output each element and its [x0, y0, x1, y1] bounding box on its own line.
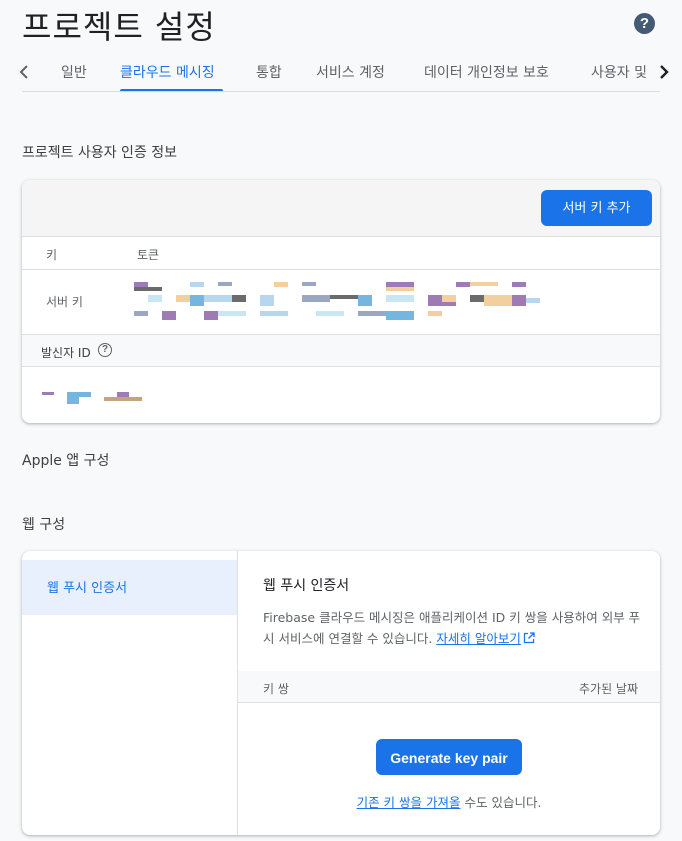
learn-more-link[interactable]: 자세히 알아보기 — [436, 631, 520, 646]
key-pair-column-header: 키 쌍 — [263, 682, 289, 696]
tab-service-accounts[interactable]: 서비스 계정 — [316, 62, 385, 82]
generate-key-pair-button[interactable]: Generate key pair — [376, 739, 522, 775]
web-config-heading: 웹 구성 — [22, 517, 66, 533]
redacted-sender-id[interactable] — [42, 392, 142, 404]
help-icon[interactable]: ? — [634, 13, 655, 34]
credentials-toolbar: 서버 키 추가 — [22, 180, 660, 237]
sidebar-item-web-push-certificates[interactable]: 웹 푸시 인증서 — [22, 560, 237, 615]
credentials-card: 서버 키 추가 키 토큰 서버 키 발신자 ID ? — [22, 180, 660, 423]
page-title: 프로젝트 설정 — [22, 8, 216, 46]
settings-tab-bar: 일반 클라우드 메시징 통합 서비스 계정 데이터 개인정보 보호 사용자 및 — [0, 52, 682, 92]
chevron-right-icon[interactable] — [654, 62, 674, 82]
web-config-sidebar: 웹 푸시 인증서 — [22, 551, 238, 835]
chevron-left-icon[interactable] — [14, 62, 34, 82]
import-key-pair-text: 기존 키 쌍을 가져올 수도 있습니다. — [238, 792, 660, 811]
web-push-title: 웹 푸시 인증서 — [263, 578, 350, 594]
add-server-key-button[interactable]: 서버 키 추가 — [541, 190, 652, 226]
help-circle-icon[interactable]: ? — [98, 343, 112, 357]
credentials-table-header: 키 토큰 — [22, 237, 660, 270]
date-added-column-header: 추가된 날짜 — [578, 682, 638, 696]
tab-data-privacy[interactable]: 데이터 개인정보 보호 — [424, 62, 549, 82]
key-column-header: 키 — [46, 248, 58, 262]
server-key-label: 서버 키 — [46, 295, 83, 309]
web-push-panel: 웹 푸시 인증서 Firebase 클라우드 메시징은 애플리케이션 ID 키 … — [238, 551, 660, 835]
tab-cloud-messaging[interactable]: 클라우드 메시징 — [120, 62, 215, 82]
import-suffix: 수도 있습니다. — [460, 795, 542, 810]
sender-id-label: 발신자 ID — [41, 346, 91, 360]
redacted-server-token[interactable] — [134, 282, 544, 324]
token-column-header: 토큰 — [137, 248, 160, 262]
project-settings-page: 프로젝트 설정 ? 일반 클라우드 메시징 통합 서비스 계정 데이터 개인정보… — [0, 0, 682, 841]
web-push-description: Firebase 클라우드 메시징은 애플리케이션 ID 키 쌍을 사용하여 외… — [263, 607, 641, 649]
tab-integrations[interactable]: 통합 — [256, 62, 282, 82]
tab-users-permissions[interactable]: 사용자 및 — [591, 62, 648, 82]
tab-general[interactable]: 일반 — [61, 62, 87, 82]
server-key-row: 서버 키 — [22, 270, 660, 335]
import-key-pair-link[interactable]: 기존 키 쌍을 가져올 — [357, 795, 461, 810]
sender-id-header: 발신자 ID ? — [22, 335, 660, 367]
external-link-icon[interactable] — [523, 632, 535, 644]
project-credentials-heading: 프로젝트 사용자 인증 정보 — [22, 145, 178, 161]
tab-divider — [22, 91, 660, 92]
key-pair-table-header: 키 쌍 추가된 날짜 — [238, 671, 660, 703]
web-config-card: 웹 푸시 인증서 웹 푸시 인증서 Firebase 클라우드 메시징은 애플리… — [22, 551, 660, 835]
apple-config-heading[interactable]: Apple 앱 구성 — [22, 450, 109, 470]
